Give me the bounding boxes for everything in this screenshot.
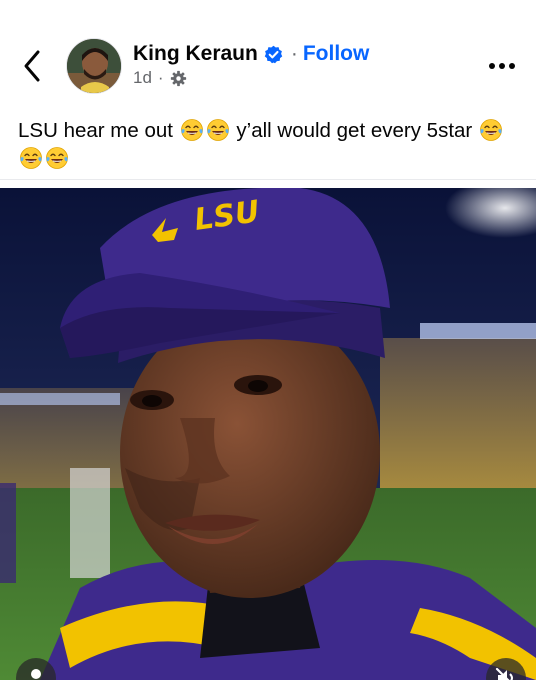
avatar[interactable] xyxy=(66,38,122,94)
tears-of-joy-emoji-icon xyxy=(45,146,69,170)
post-header: King Keraun · Follow 1d · xyxy=(0,0,536,110)
more-dots-icon[interactable] xyxy=(484,52,520,80)
post-text-part-1: LSU hear me out xyxy=(18,119,173,142)
chevron-left-icon[interactable] xyxy=(18,46,46,86)
author-row: King Keraun · Follow xyxy=(133,42,369,66)
tears-of-joy-emoji-icon xyxy=(19,146,43,170)
post-text-part-2: y’all would get every 5star xyxy=(236,119,473,142)
tears-of-joy-emoji-icon xyxy=(479,118,503,142)
follow-button[interactable]: Follow xyxy=(303,42,370,66)
divider xyxy=(0,179,536,180)
post-text: LSU hear me out y’all would get every 5s… xyxy=(18,117,524,173)
post-photo[interactable]: LSU xyxy=(0,188,536,680)
audience-gear-icon[interactable] xyxy=(170,70,187,87)
author-name[interactable]: King Keraun xyxy=(133,42,258,66)
post-timestamp[interactable]: 1d xyxy=(133,68,152,88)
meta-separator: · xyxy=(157,68,164,87)
photo-image: LSU xyxy=(0,188,536,680)
tears-of-joy-emoji-icon xyxy=(180,118,204,142)
avatar-image xyxy=(67,39,121,93)
tears-of-joy-emoji-icon xyxy=(206,118,230,142)
verified-badge-icon xyxy=(264,45,283,63)
post-meta: 1d · xyxy=(133,68,187,88)
separator-dot: · xyxy=(290,42,298,65)
